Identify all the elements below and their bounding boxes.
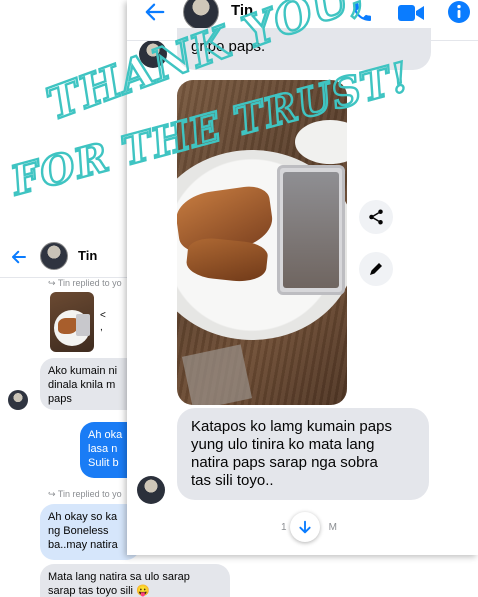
main-chat-screenshot: Tin gripo paps. Katapos ko lamg kumain p… [127,0,478,555]
background-chat-screenshot: Tin ↪ Tin replied to yo < , Ako kumain n… [0,230,230,597]
header-divider [127,40,478,41]
thumb-caption: < [100,310,106,321]
incoming-message: Mata lang natira sa ulo sarap sarap tas … [40,564,230,597]
video-camera-icon[interactable] [397,2,425,24]
quoted-message: Ah okay so ka ng Boneless ba..may natira [40,504,140,560]
arrow-down-icon [299,520,311,534]
share-button[interactable] [359,200,393,234]
avatar[interactable] [183,0,219,30]
contact-name[interactable]: Tin [231,2,253,19]
thumb-caption: , [100,322,103,333]
edit-pencil-icon [370,263,382,275]
incoming-message: Katapos ko lamg kumain paps yung ulo tin… [177,408,429,500]
info-icon[interactable] [447,0,471,24]
sender-avatar [137,476,165,504]
scroll-to-bottom-button[interactable] [290,512,320,542]
sender-avatar [8,390,28,410]
avatar[interactable] [40,242,68,270]
share-icon [369,209,383,225]
reply-note: ↪ Tin replied to yo [48,489,122,499]
edit-button[interactable] [359,252,393,286]
contact-name[interactable]: Tin [78,248,97,263]
back-arrow-icon[interactable] [143,1,167,23]
incoming-message: Ako kumain ni dinala knila m paps [40,358,140,410]
back-arrow-icon[interactable] [10,248,28,266]
phone-icon[interactable] [350,0,374,24]
shared-photo[interactable] [177,80,347,405]
reply-note: ↪ Tin replied to yo [48,278,122,288]
sender-avatar [139,40,167,68]
background-chat-header: Tin [0,238,135,278]
previous-message: gripo paps. [177,28,431,70]
photo-thumbnail[interactable] [50,292,94,352]
